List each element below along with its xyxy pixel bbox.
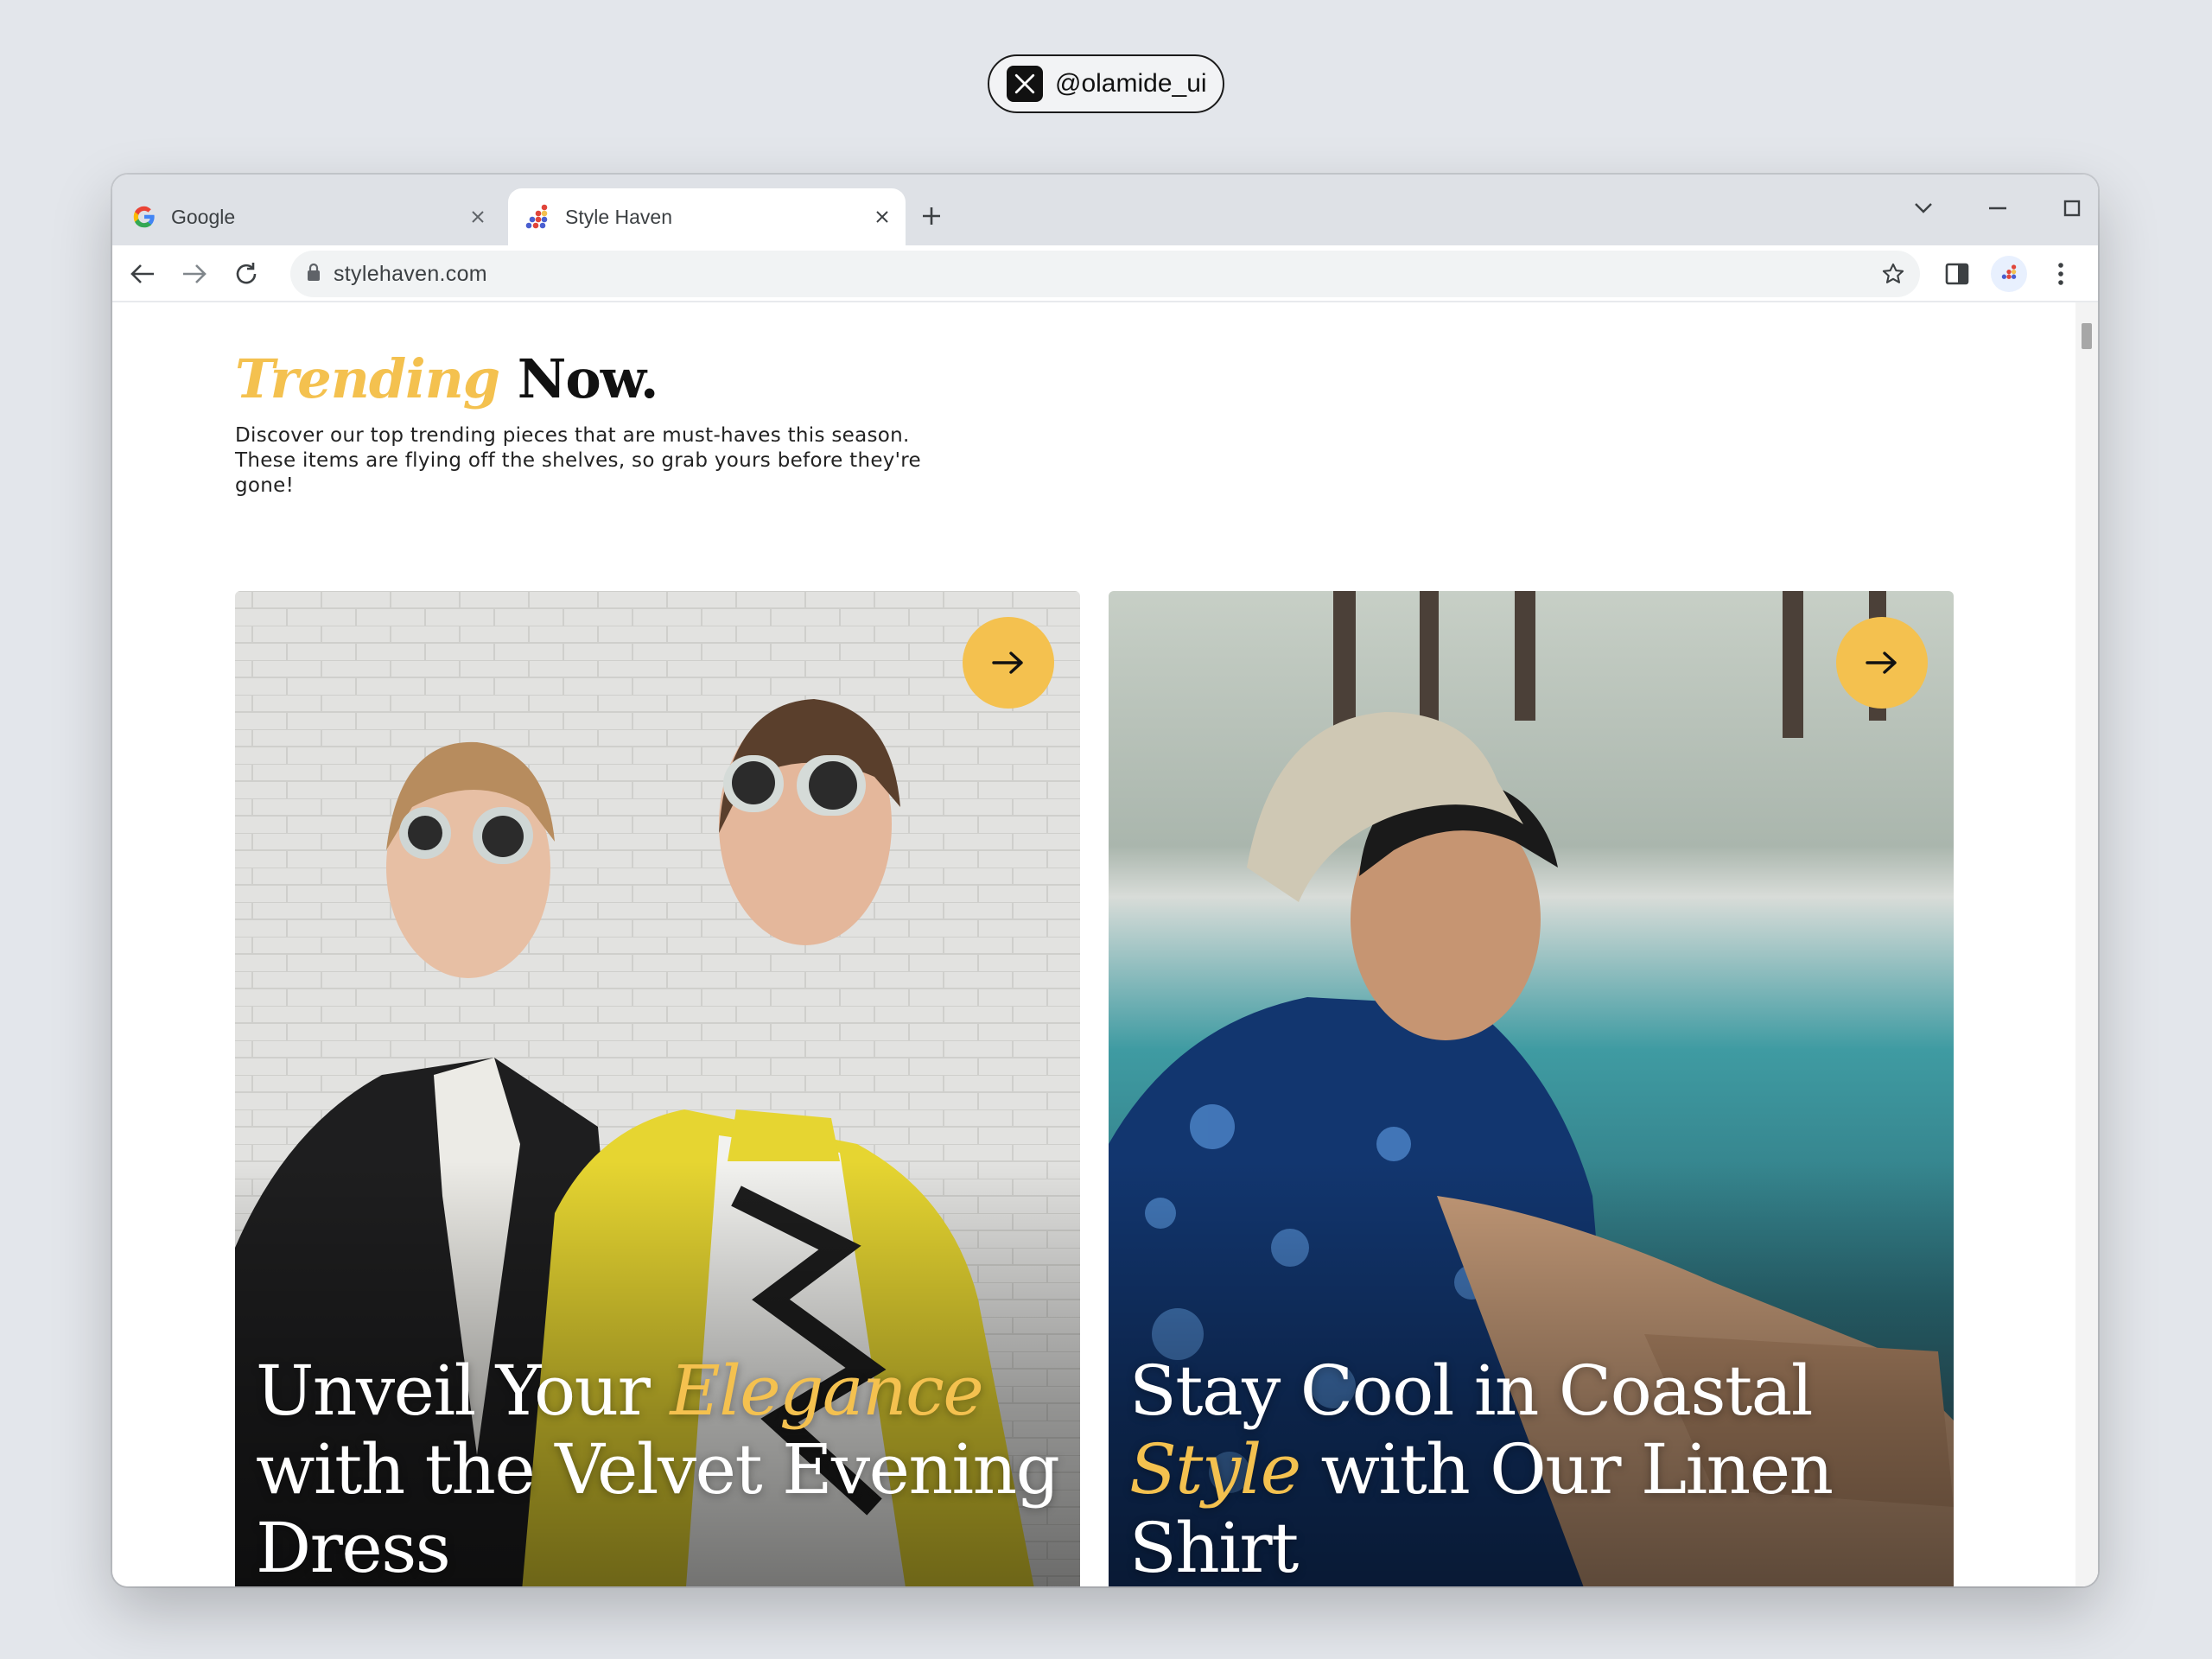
close-tab-icon[interactable] bbox=[465, 204, 491, 230]
title-rest: Now. bbox=[499, 347, 659, 410]
browser-window: Google Style Haven stylehaven.com Trendi… bbox=[112, 175, 2098, 1586]
product-card-linen-shirt[interactable]: Stay Cool in Coastal Style with Our Line… bbox=[1109, 591, 1954, 1586]
card-title: Unveil Your Elegance with the Velvet Eve… bbox=[256, 1351, 1060, 1586]
card-title-end: with the Velvet Evening Dress bbox=[256, 1429, 1060, 1586]
tab-google[interactable]: Google bbox=[112, 188, 501, 245]
arrow-right-icon[interactable] bbox=[1836, 617, 1928, 709]
maximize-icon[interactable] bbox=[2046, 187, 2098, 230]
vertical-scrollbar[interactable] bbox=[2075, 302, 2098, 1586]
arrow-right-icon[interactable] bbox=[963, 617, 1054, 709]
scrollbar-thumb[interactable] bbox=[2082, 323, 2092, 349]
side-panel-icon[interactable] bbox=[1939, 256, 1975, 292]
x-logo-icon bbox=[1007, 66, 1043, 102]
product-card-velvet-dress[interactable]: Unveil Your Elegance with the Velvet Eve… bbox=[235, 591, 1080, 1586]
tab-style-haven[interactable]: Style Haven bbox=[508, 188, 906, 245]
minimize-icon[interactable] bbox=[1972, 187, 2024, 230]
card-title: Stay Cool in Coastal Style with Our Line… bbox=[1129, 1351, 1933, 1586]
style-haven-icon bbox=[525, 204, 551, 230]
new-tab-button[interactable] bbox=[914, 199, 949, 233]
lock-icon bbox=[306, 263, 321, 286]
extension-style-haven-icon[interactable] bbox=[1991, 256, 2027, 292]
title-accent: Trending bbox=[235, 347, 500, 410]
page-viewport: Trending Now. Discover our top trending … bbox=[112, 302, 2098, 1586]
address-bar[interactable]: stylehaven.com bbox=[290, 251, 1920, 297]
social-handle: @olamide_ui bbox=[1055, 69, 1207, 98]
intro-paragraph: Discover our top trending pieces that ar… bbox=[235, 424, 922, 497]
card-title-accent: Style bbox=[1129, 1429, 1301, 1510]
social-handle-badge: @olamide_ui bbox=[988, 54, 1224, 113]
reload-icon[interactable] bbox=[226, 254, 266, 294]
tab-title: Google bbox=[171, 205, 236, 228]
tab-search-chevron-down-icon[interactable] bbox=[1897, 187, 1949, 230]
tab-strip: Google Style Haven bbox=[112, 175, 2098, 245]
card-title-start: Unveil Your bbox=[256, 1351, 671, 1431]
browser-toolbar: stylehaven.com bbox=[112, 245, 2098, 302]
page-title: Trending Now. bbox=[235, 347, 659, 410]
card-title-start: Stay Cool in Coastal bbox=[1129, 1351, 1813, 1431]
more-options-icon[interactable] bbox=[2043, 256, 2079, 292]
url-text: stylehaven.com bbox=[334, 261, 487, 286]
google-icon bbox=[131, 204, 157, 230]
forward-arrow-icon[interactable] bbox=[175, 254, 214, 294]
back-button-icon[interactable] bbox=[123, 254, 162, 294]
card-title-accent: Elegance bbox=[670, 1351, 983, 1431]
bookmark-star-icon[interactable] bbox=[1877, 257, 1910, 290]
tab-title: Style Haven bbox=[565, 205, 673, 228]
close-tab-icon[interactable] bbox=[869, 204, 895, 230]
